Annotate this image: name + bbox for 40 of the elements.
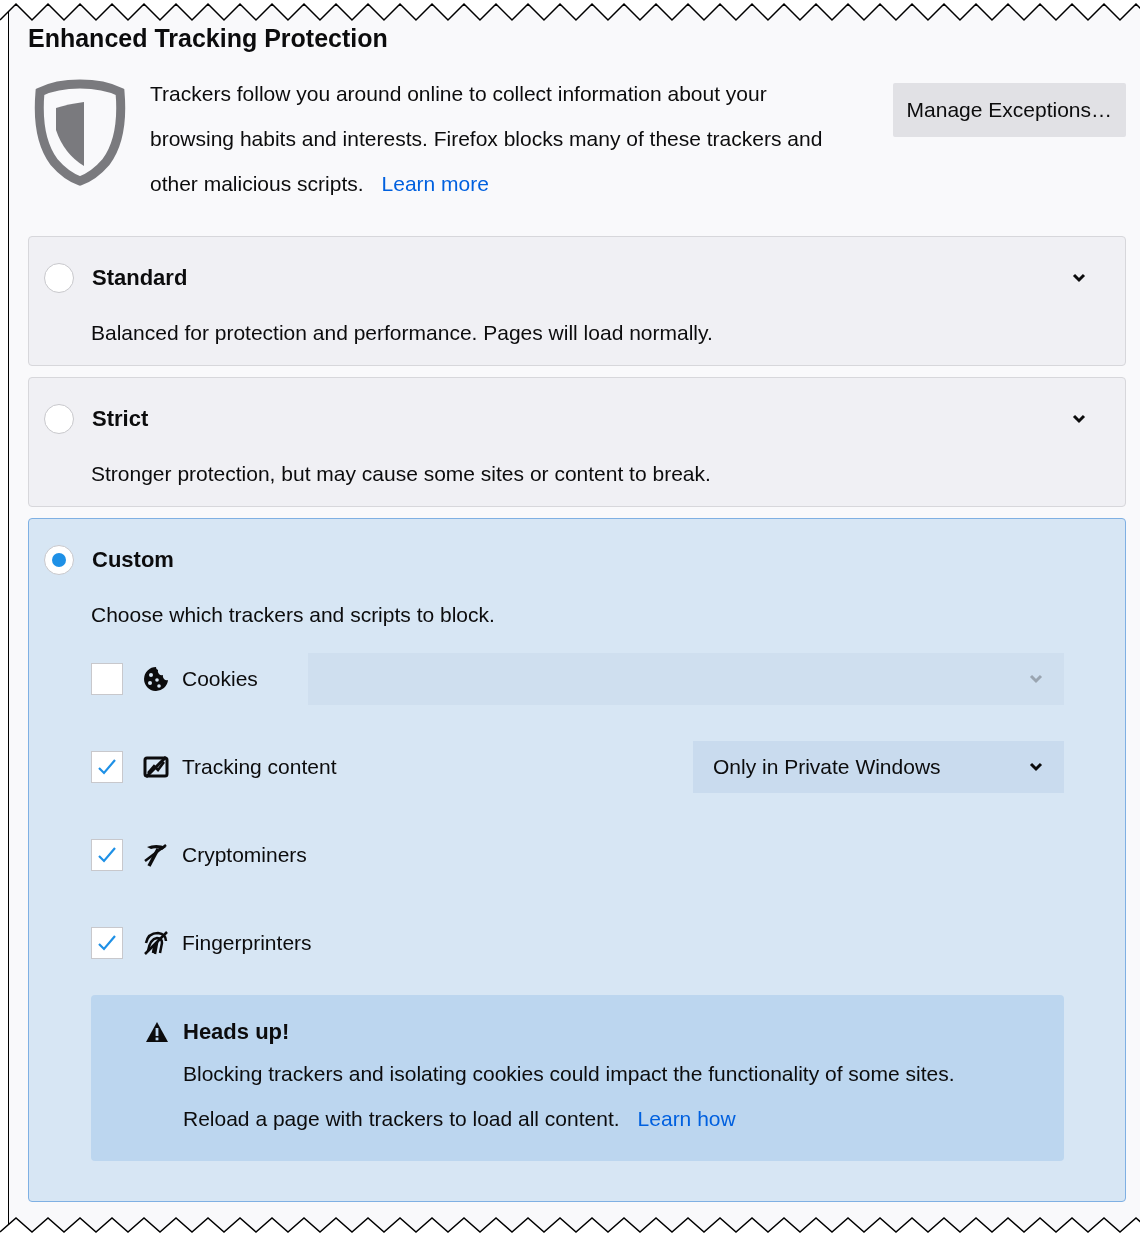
warning-text: Blocking trackers and isolating cookies could impact the functionality of some sites. Reload a page with trackers to load all content. Learn how [183, 1061, 956, 1132]
checkmark-icon [97, 846, 117, 864]
checkmark-icon [97, 758, 117, 776]
shield-icon [34, 78, 126, 186]
category-label: Cryptominers [182, 843, 307, 867]
protection-option-card[interactable]: Strict Stronger protection, but may cause some sites or content to break. [28, 377, 1126, 507]
section-title: Enhanced Tracking Protection [28, 23, 389, 54]
expand-chevron-icon [1071, 413, 1087, 425]
option-description: Stronger protection, but may cause some sites or content to break. [91, 462, 712, 486]
radio-button[interactable] [44, 404, 74, 434]
checkmark-icon [97, 934, 117, 952]
option-title: Custom [92, 547, 174, 573]
category-label: Tracking content [182, 755, 337, 779]
learn-more-link[interactable]: Learn more [381, 172, 489, 195]
protection-option-card[interactable] [28, 518, 1126, 1202]
caret-icon [1028, 673, 1044, 685]
image-blocked-icon [142, 753, 170, 781]
radio-button[interactable] [44, 545, 74, 575]
option-description: Choose which trackers and scripts to block. [91, 603, 496, 627]
checkbox[interactable] [91, 839, 123, 871]
category-label: Fingerprinters [182, 931, 312, 955]
warning-icon [145, 1021, 169, 1043]
option-title: Strict [92, 406, 149, 432]
warning-title: Heads up! [183, 1019, 290, 1045]
dropdown[interactable]: Only in Private Windows [693, 741, 1064, 793]
radio-button[interactable] [44, 263, 74, 293]
checkbox[interactable] [91, 927, 123, 959]
cookie-icon [142, 665, 170, 693]
option-description: Balanced for protection and performance. Pages will load normally. [91, 321, 714, 345]
manage-exceptions-button[interactable]: Manage Exceptions… [892, 83, 1126, 137]
option-title: Standard [92, 265, 188, 291]
learn-how-link[interactable]: Learn how [637, 1107, 736, 1130]
caret-icon [1028, 761, 1044, 773]
checkbox[interactable] [91, 751, 123, 783]
expand-chevron-icon [1071, 272, 1087, 284]
intro-text: Trackers follow you around online to collect information about your browsing habits and interests. Firefox blocks many of these trackers and other malicious scripts. Learn more [150, 81, 824, 197]
checkbox[interactable] [91, 663, 123, 695]
fingerprint-icon [142, 929, 170, 957]
protection-option-card[interactable]: Standard Balanced for protection and performance. Pages will load normally. [28, 236, 1126, 366]
category-label: Cookies [182, 667, 258, 691]
